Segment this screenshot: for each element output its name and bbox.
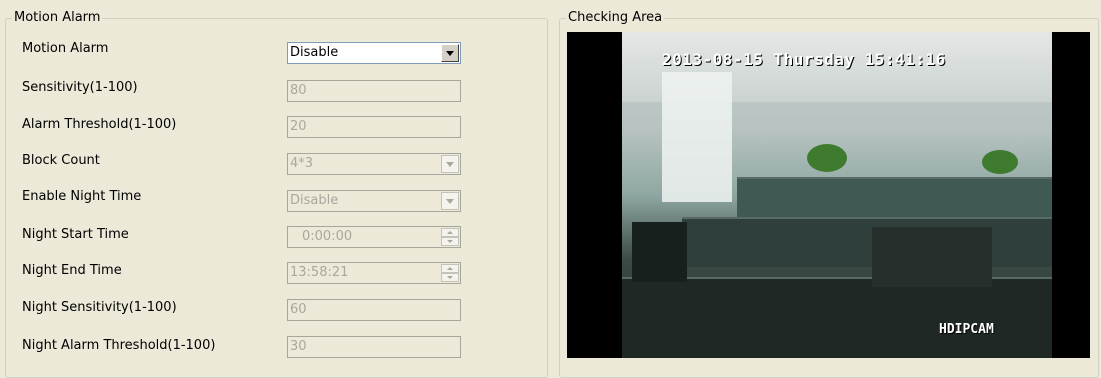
block-count-select-value: 4*3 (290, 156, 314, 171)
video-camera-name-overlay: HDIPCAM (939, 322, 994, 337)
spin-up-icon[interactable] (441, 264, 459, 273)
motion-alarm-select[interactable]: Disable (287, 42, 461, 64)
dropdown-arrow-icon[interactable] (441, 44, 459, 62)
sensitivity-input-value: 80 (290, 83, 307, 98)
cubicle-row (622, 277, 1052, 358)
motion-alarm-group-title: Motion Alarm (12, 10, 103, 26)
night-sensitivity-input[interactable]: 60 (287, 299, 461, 321)
night-start-time-label: Night Start Time (22, 227, 129, 242)
block-count-label: Block Count (22, 153, 100, 168)
night-alarm-threshold-input[interactable]: 30 (287, 336, 461, 358)
night-alarm-threshold-label: Night Alarm Threshold(1-100) (22, 338, 216, 353)
cubicle-row (737, 177, 1052, 217)
enable-night-time-select[interactable]: Disable (287, 190, 461, 212)
alarm-threshold-input-value: 20 (290, 119, 307, 134)
night-alarm-threshold-input-value: 30 (290, 339, 307, 354)
spin-up-icon[interactable] (441, 228, 459, 237)
alarm-threshold-input[interactable]: 20 (287, 116, 461, 138)
night-end-time-picker[interactable]: 13:58:21 (287, 262, 461, 284)
night-sensitivity-label: Night Sensitivity(1-100) (22, 300, 177, 315)
alarm-threshold-label: Alarm Threshold(1-100) (22, 117, 177, 132)
dropdown-arrow-icon[interactable] (441, 192, 459, 210)
camera-scene (622, 32, 1052, 358)
sensitivity-input[interactable]: 80 (287, 80, 461, 102)
spin-down-icon[interactable] (441, 237, 459, 246)
sensitivity-label: Sensitivity(1-100) (22, 80, 138, 95)
block-count-select[interactable]: 4*3 (287, 153, 461, 175)
motion-alarm-select-value: Disable (290, 45, 339, 60)
time-spinner[interactable] (441, 228, 459, 246)
monitor-shape (872, 227, 992, 287)
office-plant (807, 144, 847, 172)
night-sensitivity-input-value: 60 (290, 302, 307, 317)
night-start-time-value: 0:00:00 (302, 229, 353, 244)
checking-area-group-title: Checking Area (566, 10, 665, 26)
cubicle-row (682, 217, 1052, 267)
time-spinner[interactable] (441, 264, 459, 282)
enable-night-time-label: Enable Night Time (22, 189, 142, 204)
spin-down-icon[interactable] (441, 273, 459, 282)
office-window (662, 72, 732, 202)
motion-alarm-label: Motion Alarm (22, 41, 109, 56)
dropdown-arrow-icon[interactable] (441, 155, 459, 173)
night-end-time-label: Night End Time (22, 263, 122, 278)
camera-preview[interactable]: 2013-08-15 Thursday 15:41:16 HDIPCAM (567, 32, 1090, 358)
video-timestamp-overlay: 2013-08-15 Thursday 15:41:16 (662, 50, 946, 69)
night-end-time-value: 13:58:21 (290, 265, 349, 280)
night-start-time-picker[interactable]: 0:00:00 (287, 226, 461, 248)
monitor-shape (632, 222, 687, 282)
enable-night-time-select-value: Disable (290, 193, 339, 208)
office-plant (982, 150, 1018, 174)
